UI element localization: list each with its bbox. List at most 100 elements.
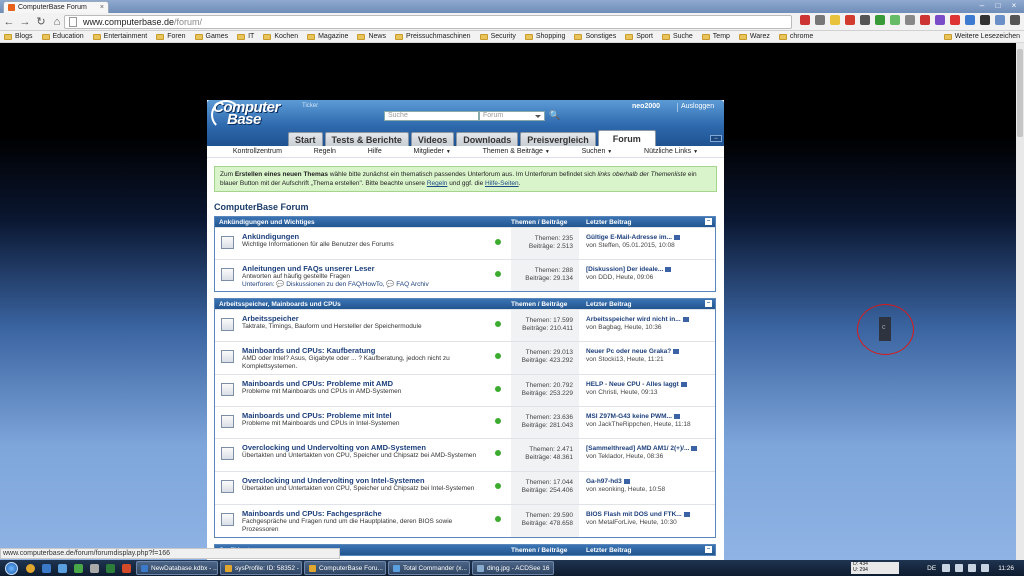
taskbar-task[interactable]: Total Commander (x... <box>388 561 470 575</box>
help-link[interactable]: Hilfe-Seiten <box>485 180 519 187</box>
menu-icon[interactable] <box>1010 15 1020 25</box>
subnav-nuetzliche-links[interactable]: Nützliche Links ▼ <box>644 148 698 155</box>
bookmark-folder[interactable]: Preissuchmaschinen <box>394 33 471 40</box>
maximize-icon[interactable]: □ <box>990 0 1006 10</box>
reload-icon[interactable]: ↻ <box>34 15 48 29</box>
last-post-link[interactable]: Arbeitsspeicher wird nicht in... <box>586 316 681 323</box>
subforums[interactable]: Unterforen: 💬 Diskussionen zu den FAQ/Ho… <box>242 281 487 289</box>
bookmark-folder[interactable]: IT <box>237 33 254 40</box>
flag-de-icon[interactable] <box>800 15 810 25</box>
adblock-icon[interactable] <box>845 15 855 25</box>
forum-title-link[interactable]: Mainboards und CPUs: Fachgespräche <box>242 509 487 518</box>
bookmark-folder[interactable]: Sport <box>625 33 653 40</box>
go-to-post-icon[interactable] <box>673 234 680 240</box>
bookmark-folder[interactable]: Entertainment <box>92 33 147 40</box>
tab-videos[interactable]: Videos <box>410 132 455 146</box>
taskbar-task[interactable]: NewDatabase.kdbx - ... <box>136 561 218 575</box>
extension-icon[interactable] <box>905 15 915 25</box>
category-header[interactable]: Arbeitsspeicher, Mainboards und CPUs Them… <box>215 299 715 309</box>
scrollbar-thumb[interactable] <box>1017 49 1023 137</box>
go-to-post-icon[interactable] <box>683 511 690 517</box>
go-to-post-icon[interactable] <box>673 348 680 354</box>
last-post-link[interactable]: Gültige E-Mail-Adresse im... <box>586 234 672 241</box>
address-bar[interactable]: www.computerbase.de/forum/ <box>64 15 792 29</box>
taskbar-task[interactable]: ComputerBase Foru... <box>304 561 386 575</box>
forum-title-link[interactable]: Ankündigungen <box>242 232 487 241</box>
category-header[interactable]: Ankündigungen und Wichtiges Themen / Beit… <box>215 217 715 227</box>
bookmark-star-icon[interactable] <box>830 15 840 25</box>
bookmark-folder[interactable]: Shopping <box>524 33 565 40</box>
taskbar-task[interactable]: sysProfile: ID: 58352 - ... <box>220 561 302 575</box>
search-scope-select[interactable]: Forum <box>479 111 545 121</box>
forum-title-link[interactable]: Overclocking und Undervolting von AMD-Sy… <box>242 443 487 452</box>
collapse-icon[interactable]: – <box>705 546 712 553</box>
go-to-post-icon[interactable] <box>680 381 687 387</box>
bookmark-folder[interactable]: Foren <box>156 33 186 40</box>
tab-start[interactable]: Start <box>288 132 323 146</box>
forum-title-link[interactable]: Mainboards und CPUs: Kaufberatung <box>242 346 487 355</box>
last-post-link[interactable]: BIOS Flash mit DOS und FTK... <box>586 511 682 518</box>
collapse-icon[interactable]: – <box>705 218 712 225</box>
page-scrollbar[interactable] <box>1016 43 1024 560</box>
close-window-icon[interactable]: × <box>1006 0 1022 10</box>
bookmark-folder[interactable]: Suche <box>661 33 693 40</box>
expand-width-icon[interactable]: ↔ <box>710 135 722 142</box>
tab-preisvergleich[interactable]: Preisvergleich <box>520 132 596 146</box>
forum-title-link[interactable]: Overclocking und Undervolting von Intel-… <box>242 476 487 485</box>
last-post-link[interactable]: Neuer Pc oder neue Graka? <box>586 348 671 355</box>
go-to-post-icon[interactable] <box>665 266 672 272</box>
bookmark-folder[interactable]: Warez <box>738 33 770 40</box>
subnav-themen-beitraege[interactable]: Themen & Beiträge ▼ <box>483 148 550 155</box>
taskbar-task[interactable]: ding.jpg - ACDSee 16 <box>472 561 554 575</box>
tray-arrow-icon[interactable] <box>942 564 951 572</box>
quicklaunch-app[interactable] <box>118 560 134 576</box>
extension-icon[interactable] <box>950 15 960 25</box>
network-icon[interactable] <box>955 564 964 572</box>
forward-arrow-icon[interactable]: → <box>18 15 32 29</box>
clock[interactable]: 11:26 <box>998 565 1014 572</box>
last-post-link[interactable]: HELP - Neue CPU - Alles laggt <box>586 381 679 388</box>
volume-icon[interactable] <box>968 564 977 572</box>
collapse-icon[interactable]: – <box>705 300 712 307</box>
bookmark-folder[interactable]: News <box>357 33 386 40</box>
back-arrow-icon[interactable]: ← <box>2 15 16 29</box>
search-input[interactable]: Suche <box>384 111 479 121</box>
bookmark-folder[interactable]: Sonstiges <box>574 33 616 40</box>
go-to-post-icon[interactable] <box>673 413 680 419</box>
logout-link[interactable]: Ausloggen <box>681 103 714 110</box>
last-post-link[interactable]: [Diskussion] Der ideale... <box>586 266 663 273</box>
quicklaunch-app[interactable] <box>54 560 70 576</box>
ticker-link[interactable]: Ticker <box>302 103 318 109</box>
extension-icon[interactable] <box>890 15 900 25</box>
flag-icon[interactable] <box>981 564 990 572</box>
bookmark-folder[interactable]: Education <box>41 33 84 40</box>
go-to-post-icon[interactable] <box>623 478 630 484</box>
last-post-link[interactable]: MSI Z97M-G43 keine PWM... <box>586 413 672 420</box>
tab-downloads[interactable]: Downloads <box>456 132 519 146</box>
extension-icon[interactable] <box>980 15 990 25</box>
subnav-mitglieder[interactable]: Mitglieder ▼ <box>414 148 451 155</box>
browser-tab[interactable]: ComputerBase Forum × <box>3 1 109 13</box>
extension-icon[interactable] <box>860 15 870 25</box>
extension-icon[interactable] <box>965 15 975 25</box>
tab-close-icon[interactable]: × <box>100 4 104 11</box>
subnav-regeln[interactable]: Regeln <box>314 148 336 155</box>
last-post-link[interactable]: [Sammelthread] AMD AM1/ 2(+)/... <box>586 445 689 452</box>
quicklaunch-app[interactable] <box>38 560 54 576</box>
quicklaunch-app[interactable] <box>70 560 86 576</box>
bookmark-folder[interactable]: Games <box>194 33 228 40</box>
bookmark-folder[interactable]: Kochen <box>263 33 298 40</box>
other-bookmarks[interactable]: Weitere Lesezeichen <box>943 33 1020 40</box>
home-icon[interactable]: ⌂ <box>50 15 64 29</box>
minimize-icon[interactable]: – <box>974 0 990 10</box>
bookmark-folder[interactable]: Temp <box>701 33 730 40</box>
subnav-hilfe[interactable]: Hilfe <box>368 148 382 155</box>
extension-icon[interactable] <box>875 15 885 25</box>
quicklaunch-app[interactable] <box>86 560 102 576</box>
subnav-suchen[interactable]: Suchen ▼ <box>582 148 613 155</box>
subnav-kontrollzentrum[interactable]: Kontrollzentrum <box>233 148 282 155</box>
last-post-link[interactable]: Ga-h97-hd3 <box>586 478 622 485</box>
extension-icon[interactable] <box>995 15 1005 25</box>
go-to-post-icon[interactable] <box>682 316 689 322</box>
tab-tests[interactable]: Tests & Berichte <box>324 132 409 146</box>
